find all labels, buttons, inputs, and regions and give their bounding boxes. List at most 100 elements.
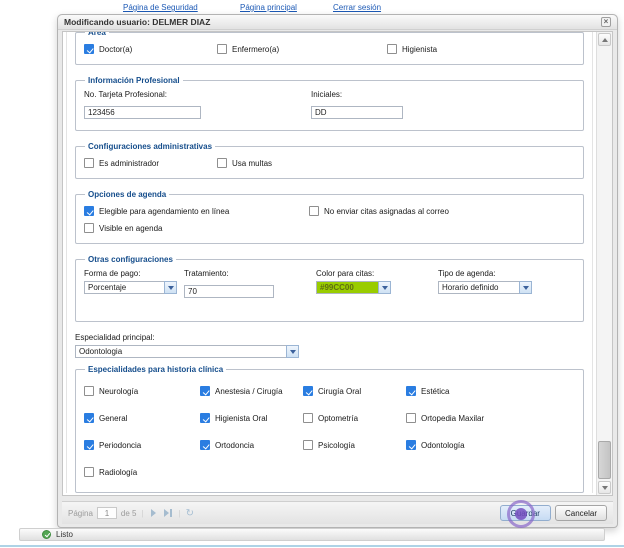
checkbox-higienista-oral[interactable]: Higienista Oral bbox=[200, 412, 303, 424]
checkbox-enfermero[interactable]: Enfermero(a) bbox=[217, 43, 387, 55]
checkbox-box[interactable] bbox=[84, 467, 94, 477]
main-page-link[interactable]: Página principal bbox=[240, 3, 297, 12]
iniciales-label: Iniciales: bbox=[311, 90, 343, 99]
chevron-down-icon[interactable] bbox=[164, 281, 177, 294]
section-otras-legend: Otras configuraciones bbox=[88, 255, 173, 264]
checkbox-box[interactable] bbox=[217, 158, 227, 168]
checkbox-box[interactable] bbox=[387, 44, 397, 54]
checkbox-label: Periodoncia bbox=[99, 440, 142, 450]
color-citas-label: Color para citas: bbox=[316, 269, 375, 278]
page-of-label: de 5 bbox=[120, 508, 137, 518]
checkbox-box[interactable] bbox=[217, 44, 227, 54]
checkbox-label: Enfermero(a) bbox=[232, 44, 280, 54]
checkbox-box[interactable] bbox=[84, 223, 94, 233]
checkbox-estetica[interactable]: Estética bbox=[406, 385, 575, 397]
checkbox-agendamiento-linea[interactable]: Elegible para agendamiento en línea bbox=[84, 205, 309, 217]
dialog-body: Área Doctor(a) Enfermero(a) Higienista I… bbox=[62, 31, 613, 496]
checkbox-anestesia-cirugia[interactable]: Anestesia / Cirugía bbox=[200, 385, 303, 397]
especialidad-principal-value: Odontologia bbox=[75, 345, 287, 358]
checkbox-box[interactable] bbox=[303, 386, 313, 396]
checkbox-box[interactable] bbox=[309, 206, 319, 216]
iniciales-input[interactable] bbox=[311, 106, 403, 119]
section-info-legend: Información Profesional bbox=[88, 76, 180, 85]
user-form: Área Doctor(a) Enfermero(a) Higienista I… bbox=[66, 32, 593, 493]
checkbox-psicologia[interactable]: Psicología bbox=[303, 439, 406, 451]
vertical-scrollbar[interactable] bbox=[596, 32, 612, 495]
checkbox-box[interactable] bbox=[84, 386, 94, 396]
checkbox-ortopedia-maxilar[interactable]: Ortopedia Maxilar bbox=[406, 412, 575, 424]
dialog-footer-toolbar: Página de 5 | | ↻ Guardar Cancelar bbox=[62, 501, 613, 524]
save-button[interactable]: Guardar bbox=[499, 505, 551, 521]
checkbox-radiologia[interactable]: Radiología bbox=[84, 466, 200, 478]
section-especialidades-legend: Especialidades para historia clínica bbox=[88, 365, 224, 374]
separator: | bbox=[178, 508, 181, 518]
logout-link[interactable]: Cerrar sesión bbox=[333, 3, 381, 12]
checkbox-box[interactable] bbox=[84, 413, 94, 423]
checkbox-box[interactable] bbox=[200, 440, 210, 450]
checkbox-label: Estética bbox=[421, 386, 450, 396]
checkbox-label: Anestesia / Cirugía bbox=[215, 386, 283, 396]
security-page-link[interactable]: Página de Seguridad bbox=[123, 3, 198, 12]
checkbox-box[interactable] bbox=[84, 158, 94, 168]
close-icon[interactable]: × bbox=[601, 17, 611, 27]
chevron-down-icon[interactable] bbox=[378, 281, 391, 294]
checkbox-label: Radiología bbox=[99, 467, 138, 477]
status-ok-icon bbox=[42, 530, 51, 539]
checkbox-box[interactable] bbox=[303, 440, 313, 450]
checkbox-visible-agenda[interactable]: Visible en agenda bbox=[84, 222, 309, 234]
next-page-icon[interactable] bbox=[149, 509, 158, 517]
scrollbar-thumb[interactable] bbox=[598, 441, 611, 479]
especialidad-principal-select[interactable]: Odontologia bbox=[75, 345, 584, 358]
checkbox-box[interactable] bbox=[84, 44, 94, 54]
checkbox-periodoncia[interactable]: Periodoncia bbox=[84, 439, 200, 451]
section-agenda-legend: Opciones de agenda bbox=[88, 190, 167, 199]
status-text: Listo bbox=[56, 530, 73, 539]
last-page-icon[interactable] bbox=[162, 509, 174, 517]
checkbox-box[interactable] bbox=[303, 413, 313, 423]
checkbox-box[interactable] bbox=[84, 206, 94, 216]
tratamiento-input[interactable] bbox=[184, 285, 274, 298]
chevron-down-icon[interactable] bbox=[519, 281, 532, 294]
section-info-profesional: Información Profesional No. Tarjeta Prof… bbox=[75, 76, 584, 131]
forma-pago-select[interactable]: Porcentaje bbox=[84, 281, 184, 294]
color-citas-select[interactable]: #99CC00 bbox=[316, 281, 438, 294]
checkbox-higienista[interactable]: Higienista bbox=[387, 43, 575, 55]
checkbox-general[interactable]: General bbox=[84, 412, 200, 424]
page-label: Página bbox=[68, 508, 93, 518]
checkbox-box[interactable] bbox=[406, 413, 416, 423]
checkbox-box[interactable] bbox=[406, 386, 416, 396]
checkbox-box[interactable] bbox=[200, 386, 210, 396]
checkbox-label: Ortopedia Maxilar bbox=[421, 413, 485, 423]
checkbox-optometria[interactable]: Optometría bbox=[303, 412, 406, 424]
cancel-button[interactable]: Cancelar bbox=[554, 505, 607, 521]
checkbox-cirugia-oral[interactable]: Cirugía Oral bbox=[303, 385, 406, 397]
dialog-title: Modificando usuario: DELMER DIAZ bbox=[64, 17, 211, 27]
page-number-input[interactable] bbox=[96, 507, 117, 519]
forma-pago-value: Porcentaje bbox=[84, 281, 165, 294]
tarjeta-input[interactable] bbox=[84, 106, 201, 119]
checkbox-no-enviar-citas[interactable]: No enviar citas asignadas al correo bbox=[309, 205, 575, 217]
checkbox-label: Higienista Oral bbox=[215, 413, 268, 423]
checkbox-box[interactable] bbox=[406, 440, 416, 450]
checkbox-neurologia[interactable]: Neurología bbox=[84, 385, 200, 397]
checkbox-label: Odontología bbox=[421, 440, 465, 450]
checkbox-box[interactable] bbox=[200, 413, 210, 423]
checkbox-usa-multas[interactable]: Usa multas bbox=[217, 157, 575, 169]
scroll-up-icon[interactable] bbox=[598, 33, 611, 46]
edit-user-dialog: Modificando usuario: DELMER DIAZ × Área … bbox=[57, 14, 618, 528]
checkbox-ortodoncia[interactable]: Ortodoncia bbox=[200, 439, 303, 451]
checkbox-odontologia[interactable]: Odontología bbox=[406, 439, 575, 451]
refresh-icon[interactable]: ↻ bbox=[186, 508, 194, 519]
especialidad-principal-label: Especialidad principal: bbox=[75, 333, 155, 342]
tipo-agenda-select[interactable]: Horario definido bbox=[438, 281, 575, 294]
especialidad-principal-field: Especialidad principal: Odontologia bbox=[75, 333, 584, 358]
checkbox-label: General bbox=[99, 413, 128, 423]
checkbox-es-administrador[interactable]: Es administrador bbox=[84, 157, 217, 169]
checkbox-box[interactable] bbox=[84, 440, 94, 450]
chevron-down-icon[interactable] bbox=[286, 345, 299, 358]
checkbox-label: Usa multas bbox=[232, 158, 273, 168]
checkbox-doctor[interactable]: Doctor(a) bbox=[84, 43, 217, 55]
separator: | bbox=[141, 508, 144, 518]
scroll-down-icon[interactable] bbox=[598, 481, 611, 494]
section-admin-legend: Configuraciones administrativas bbox=[88, 142, 213, 151]
